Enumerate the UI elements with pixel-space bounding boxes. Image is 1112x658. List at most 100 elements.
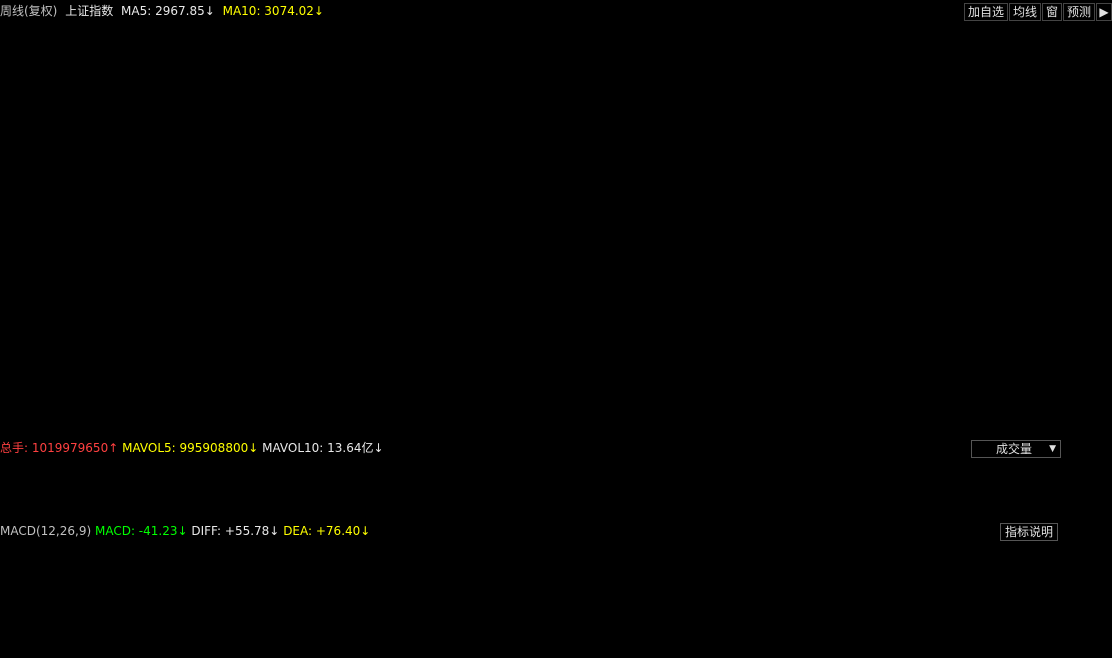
volume-bar bbox=[990, 493, 999, 519]
volume-bar bbox=[543, 480, 551, 519]
candle-body bbox=[755, 166, 764, 204]
candle-body bbox=[721, 228, 730, 248]
candle-body bbox=[710, 228, 719, 234]
volume-bar bbox=[207, 493, 216, 519]
volume-bar bbox=[319, 493, 328, 519]
chevron-down-icon: ▼ bbox=[1049, 444, 1056, 454]
volume-bar bbox=[51, 493, 60, 519]
signal-diamond bbox=[511, 27, 519, 36]
volume-bar bbox=[520, 490, 529, 519]
volume-bar bbox=[788, 490, 797, 519]
candle-body bbox=[330, 267, 339, 313]
candle-body bbox=[867, 193, 876, 217]
candle-body bbox=[230, 263, 239, 300]
volume-bar bbox=[967, 490, 976, 519]
volume-bar bbox=[84, 493, 93, 519]
candle-body bbox=[297, 272, 306, 305]
signal-diamond bbox=[370, 27, 378, 36]
candle-body bbox=[665, 114, 674, 138]
candle-body bbox=[431, 333, 440, 344]
signal-diamond bbox=[731, 27, 739, 36]
candle-body bbox=[833, 246, 842, 269]
volume-bar bbox=[531, 486, 540, 519]
total-volume: 总手: 1019979650↑ bbox=[0, 441, 119, 455]
date-label: 06 bbox=[731, 640, 745, 653]
forecast-button[interactable]: 预测 bbox=[1062, 3, 1095, 21]
candle-body bbox=[677, 136, 686, 195]
volume-bar bbox=[800, 490, 809, 519]
ma5-line bbox=[10, 70, 1017, 363]
candle-body bbox=[341, 329, 350, 340]
indicator-help-button[interactable]: 指标说明 bbox=[999, 523, 1058, 541]
candle-body bbox=[487, 355, 496, 366]
volume-bar bbox=[554, 474, 563, 519]
signal-diamond bbox=[856, 27, 864, 36]
volume-frame bbox=[0, 457, 1059, 521]
add-watchlist-button[interactable]: 加自选 bbox=[963, 3, 1008, 21]
signal-diamond bbox=[385, 27, 393, 36]
candle-body bbox=[420, 325, 429, 331]
candle-body bbox=[688, 193, 697, 217]
volume-bar bbox=[252, 493, 261, 519]
candle-body bbox=[252, 281, 261, 287]
candle-body bbox=[185, 224, 194, 265]
signal-diamond bbox=[872, 27, 880, 36]
signal-diamond bbox=[1013, 27, 1021, 36]
high-price-label: ←3288.45 bbox=[607, 39, 662, 52]
signal-diamond bbox=[809, 27, 817, 36]
candle-body bbox=[397, 303, 406, 322]
candle-body bbox=[375, 307, 384, 331]
volume-bar bbox=[151, 490, 160, 519]
signal-diamond bbox=[825, 27, 833, 36]
signal-diamond bbox=[40, 27, 48, 36]
volume-bar bbox=[140, 490, 149, 519]
diff-value: DIFF: +55.78↓ bbox=[191, 524, 280, 538]
signal-diamond bbox=[495, 27, 503, 36]
candle-body bbox=[978, 184, 987, 204]
volume-bar bbox=[911, 490, 920, 519]
macd-value: MACD: -41.23↓ bbox=[94, 524, 188, 538]
signal-diamond bbox=[134, 27, 142, 36]
candle-body bbox=[900, 158, 909, 164]
signal-diamond bbox=[636, 27, 645, 36]
signal-diamond bbox=[417, 27, 425, 36]
moving-average-button[interactable]: 均线 bbox=[1008, 3, 1041, 21]
volume-bar bbox=[442, 493, 451, 519]
volume-bar bbox=[654, 480, 663, 519]
price-chart[interactable]: 33363148296127712584←3288.45←2440.912666… bbox=[0, 0, 1112, 658]
candle-body bbox=[442, 338, 451, 349]
candle-body bbox=[822, 237, 831, 269]
candle-body bbox=[509, 342, 518, 349]
signal-diamond bbox=[762, 27, 770, 36]
signal-diamond bbox=[574, 27, 582, 36]
volume-bar bbox=[587, 462, 596, 519]
signal-diamond bbox=[935, 27, 943, 36]
volume-bar bbox=[878, 490, 887, 519]
signal-diamond bbox=[542, 27, 550, 36]
signal-diamond bbox=[322, 27, 331, 36]
signal-diamond bbox=[950, 27, 959, 36]
signal-diamond bbox=[699, 27, 707, 36]
volume-bar bbox=[28, 493, 37, 519]
window-button[interactable]: 窗 bbox=[1041, 3, 1062, 21]
candle-body bbox=[565, 171, 574, 199]
toolbar: 加自选 均线 窗 预测 ▶ bbox=[963, 3, 1112, 21]
volume-bar bbox=[73, 490, 82, 519]
candle-body bbox=[51, 65, 60, 80]
period-label: 周线(复权) bbox=[0, 4, 58, 18]
volume-bar bbox=[755, 490, 764, 519]
indicator-dropdown[interactable]: 成交量 ▼ bbox=[971, 440, 1061, 458]
volume-bar bbox=[107, 493, 116, 519]
candle-body bbox=[151, 263, 160, 274]
volume-bar bbox=[464, 490, 473, 519]
candle-body bbox=[263, 294, 272, 300]
volume-bar bbox=[375, 493, 384, 519]
candle-body bbox=[967, 184, 976, 190]
collapse-icon[interactable]: ▶ bbox=[1096, 3, 1112, 21]
volume-bar bbox=[163, 493, 172, 519]
signal-diamond bbox=[118, 27, 126, 36]
candle-body bbox=[654, 44, 663, 116]
volume-bar bbox=[17, 490, 26, 519]
volume-bar bbox=[576, 471, 585, 519]
candle-body bbox=[476, 364, 484, 375]
